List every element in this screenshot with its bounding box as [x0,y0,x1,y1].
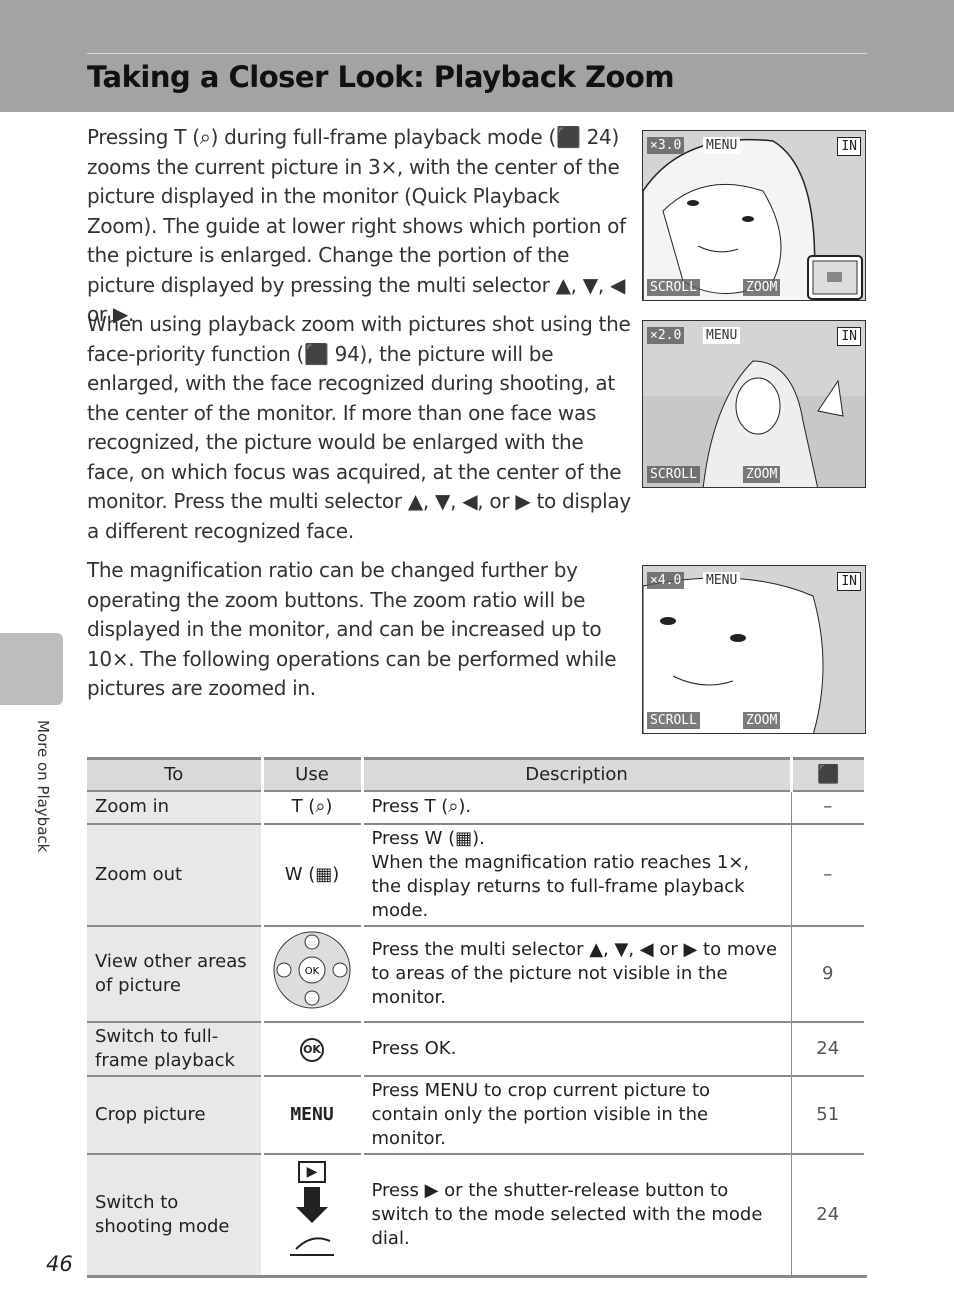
cell-reference: – [791,789,867,825]
cell-description: Press OK. [361,1020,792,1077]
svg-text:OK: OK [305,966,320,977]
cell-reference: – [791,822,867,927]
cell-reference: 51 [791,1074,867,1155]
page-header: Taking a Closer Look: Playback Zoom [0,0,954,112]
cell-reference: 9 [791,924,867,1023]
cell-reference: 24 [791,1020,867,1077]
cell-to: Switch to full-frame playback [87,1020,264,1077]
table-row: Crop picture MENU Press MENU to crop cur… [87,1074,867,1155]
cell-description: Press T (⌕). [361,789,792,825]
scroll-hint: SCROLL [647,279,700,296]
cell-reference: 24 [791,1152,867,1278]
cell-to: Switch to shooting mode [87,1152,264,1278]
cell-description: Press the multi selector ▲, ▼, ◀ or ▶ to… [361,924,792,1023]
multi-selector-icon: OK [273,931,351,1009]
zoom-hint: ZOOM [743,466,781,483]
table-header-row: To Use Description ⬛ [87,757,867,792]
internal-memory-icon: IN [837,327,861,346]
table-row: Switch to full-frame playback OK Press O… [87,1020,867,1077]
table-row: Switch to shooting mode ▶ Press ▶ or the… [87,1152,867,1278]
zoom-ratio: ×3.0 [647,137,685,154]
zoom-hint: ZOOM [743,712,781,729]
monitor-screenshot-zoom-2x: ×2.0 MENU IN SCROLL ZOOM [642,320,866,488]
ok-button-icon: OK [300,1037,324,1062]
header-to: To [87,757,264,792]
cell-use: OK [262,924,364,1023]
zoom-ratio: ×4.0 [647,572,685,589]
portrait-illustration [643,360,865,487]
shutter-press-icon [290,1187,334,1257]
description-line: Press W (▦). [371,827,485,849]
page-number: 46 [46,1252,73,1276]
cell-to: Zoom out [87,822,264,927]
header-reference-icon: ⬛ [791,757,867,792]
paragraph-quick-zoom: Pressing T (⌕) during full-frame playbac… [87,125,626,326]
cell-description: Press MENU to crop current picture to co… [361,1074,792,1155]
header-description: Description [362,757,793,792]
monitor-screenshot-zoom-3x: ×3.0 MENU IN SCROLL ZOOM [642,130,866,301]
face-closeup-illustration [643,577,824,733]
header-rule [87,53,867,54]
zoom-hint: ZOOM [743,279,781,296]
cell-to: Crop picture [87,1074,264,1155]
table-row: Zoom out W (▦) Press W (▦). When the magn… [87,822,867,927]
internal-memory-icon: IN [837,137,861,156]
cell-use: T (⌕) [262,789,364,825]
cell-use: OK [262,1020,364,1077]
section-tab [0,633,63,705]
cell-description: Press ▶ or the shutter-release button to… [361,1152,792,1278]
cell-to: View other areas of picture [87,924,264,1023]
cell-use: ▶ [262,1152,364,1278]
header-use: Use [262,757,364,792]
cell-use: MENU [262,1074,364,1155]
menu-indicator: MENU [703,572,741,589]
paragraph-magnification: The magnification ratio can be changed f… [87,558,617,700]
table-row: Zoom in T (⌕) Press T (⌕). – [87,789,867,825]
page-title: Taking a Closer Look: Playback Zoom [87,60,675,94]
menu-indicator: MENU [703,137,741,154]
playback-button-icon: ▶ [298,1161,326,1184]
zoom-ratio: ×2.0 [647,327,685,344]
menu-indicator: MENU [703,327,741,344]
table-row: View other areas of picture OK Press the… [87,924,867,1023]
paragraph-face-priority: When using playback zoom with pictures s… [87,312,631,543]
face-illustration [643,138,863,300]
description-detail: When the magnification ratio reaches 1×,… [371,851,750,921]
cell-description: Press W (▦). When the magnification ratio… [361,822,792,927]
internal-memory-icon: IN [837,572,861,591]
scroll-hint: SCROLL [647,466,700,483]
monitor-screenshot-zoom-4x: ×4.0 MENU IN SCROLL ZOOM [642,565,866,734]
cell-to: Zoom in [87,789,264,825]
cell-use: W (▦) [262,822,364,927]
zoom-operations-table: To Use Description ⬛ Zoom in T (⌕) Press… [87,757,867,1278]
scroll-hint: SCROLL [647,712,700,729]
section-label: More on Playback [34,720,52,853]
